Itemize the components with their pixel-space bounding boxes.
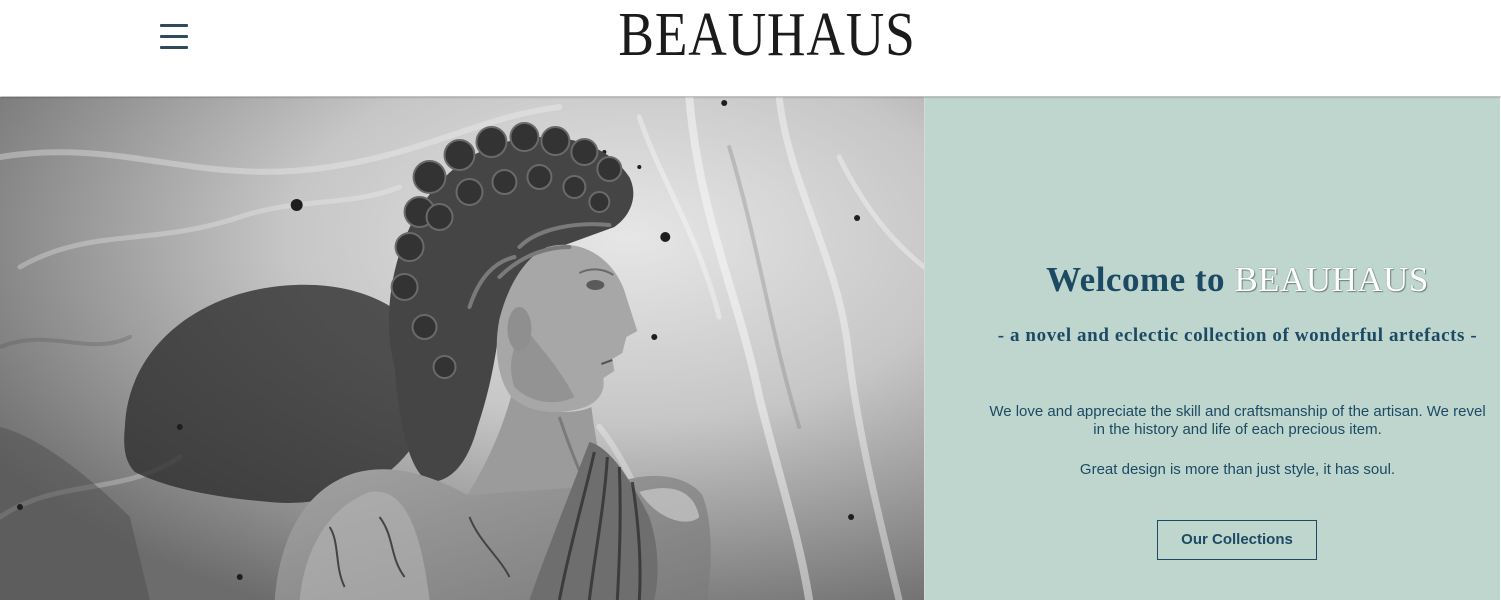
statue-eye: [586, 280, 605, 290]
hair-curl: [443, 139, 476, 171]
welcome-heading-prefix: Welcome to: [1046, 260, 1226, 299]
fabric-speck: [660, 232, 671, 242]
hair-curl: [526, 164, 553, 190]
hair-curl: [394, 232, 425, 262]
fabric-speck: [16, 504, 23, 510]
fabric-speck: [176, 424, 183, 430]
welcome-heading-brand: BEAUHAUS: [1234, 260, 1429, 299]
hair-curl: [509, 122, 540, 152]
site-logo[interactable]: BEAUHAUS: [618, 4, 915, 66]
site-header: BEAUHAUS: [0, 0, 1501, 96]
intro-line: in the history and life of each precious…: [1093, 421, 1382, 438]
closing-line: Great design is more than just style, it…: [1079, 461, 1396, 478]
fabric-speck: [721, 100, 728, 106]
our-collections-button[interactable]: Our Collections: [1157, 520, 1317, 560]
hero-image: [0, 97, 925, 600]
hair-curl: [390, 273, 419, 301]
fabric-speck: [848, 514, 855, 520]
menu-icon-bar: [160, 35, 188, 38]
fabric-speck: [236, 574, 243, 580]
hair-curl: [540, 126, 571, 156]
hair-curl: [596, 156, 623, 182]
menu-icon-bar: [160, 24, 188, 27]
menu-icon-bar: [160, 46, 188, 49]
hair-curl: [475, 126, 508, 158]
hair-curl: [411, 314, 438, 340]
hair-curl: [562, 175, 587, 199]
hair-curl: [425, 203, 454, 231]
hair-curl: [491, 169, 518, 195]
menu-icon[interactable]: [158, 20, 190, 52]
hero-photo: [0, 97, 924, 600]
welcome-heading: Welcome to BEAUHAUS: [975, 260, 1500, 300]
hair-curl: [570, 138, 599, 166]
intro-paragraph: We love and appreciate the skill and cra…: [975, 403, 1500, 439]
tagline: - a novel and eclectic collection of won…: [997, 325, 1478, 346]
fabric-speck: [854, 215, 861, 221]
hair-curl: [588, 191, 611, 213]
intro-line: We love and appreciate the skill and cra…: [989, 403, 1486, 420]
hair-curl: [455, 178, 484, 206]
fabric-speck: [651, 334, 658, 340]
fabric-speck: [637, 165, 642, 169]
welcome-panel: Welcome to BEAUHAUS - a novel and eclect…: [925, 97, 1500, 600]
fabric-speck: [290, 199, 303, 211]
hair-curl: [412, 160, 447, 194]
hair-curl: [432, 355, 457, 379]
statue-ear: [507, 307, 532, 351]
